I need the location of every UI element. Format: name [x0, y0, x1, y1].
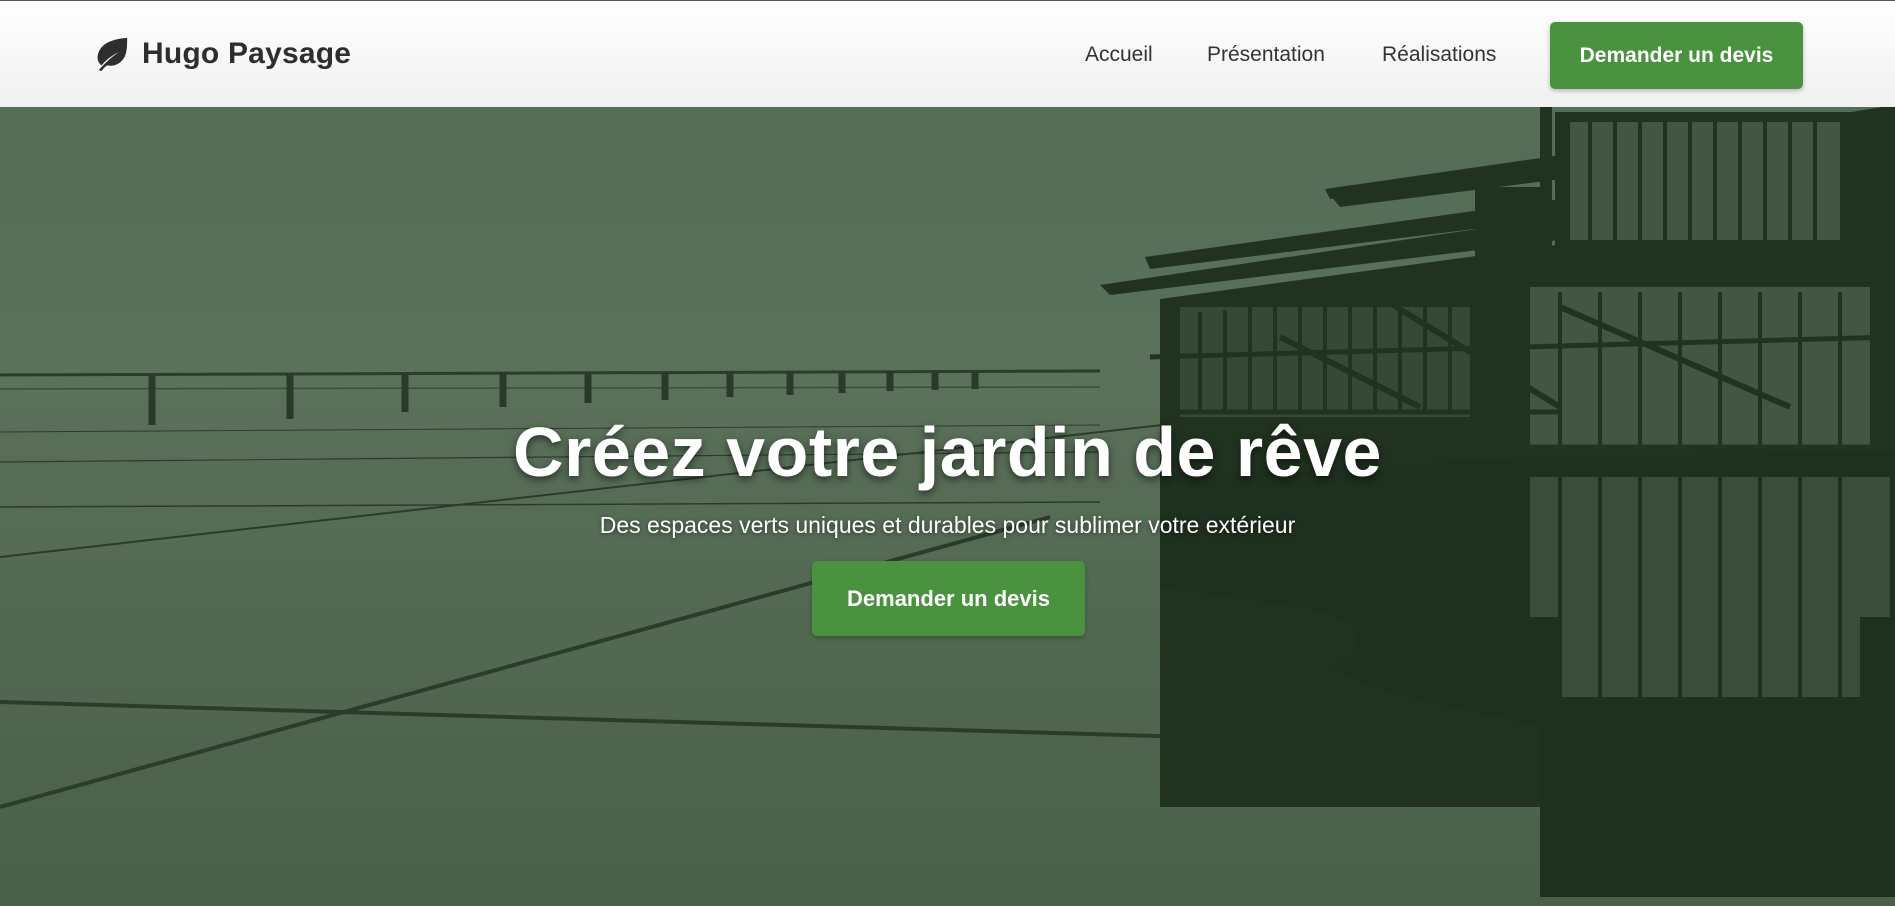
- nav-link-presentation[interactable]: Présentation: [1207, 43, 1325, 67]
- nav-link-accueil[interactable]: Accueil: [1085, 43, 1153, 67]
- hero-section: Créez votre jardin de rêve Des espaces v…: [0, 107, 1895, 906]
- hero-subtitle: Des espaces verts uniques et durables po…: [599, 512, 1296, 538]
- leaf-icon: [97, 37, 128, 72]
- hero-background-image: [0, 107, 1895, 906]
- hero-quote-button[interactable]: Demander un devis: [812, 561, 1085, 636]
- nav-link-realisations[interactable]: Réalisations: [1382, 43, 1496, 67]
- site-header: Hugo Paysage Accueil Présentation Réalis…: [0, 0, 1895, 107]
- brand-name: Hugo Paysage: [142, 37, 352, 70]
- header-quote-button[interactable]: Demander un devis: [1550, 22, 1803, 89]
- brand-logo-link[interactable]: Hugo Paysage: [93, 34, 351, 74]
- landing-page: Hugo Paysage Accueil Présentation Réalis…: [0, 0, 1895, 906]
- hero-title: Créez votre jardin de rêve: [513, 412, 1382, 491]
